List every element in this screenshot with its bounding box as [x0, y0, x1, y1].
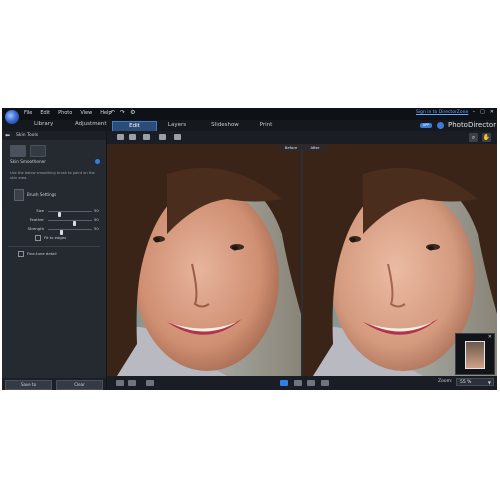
strength-label: Strength [27, 226, 44, 231]
size-label: Size [36, 208, 44, 213]
before-label: Before [279, 145, 303, 151]
split-view-icon[interactable] [128, 380, 136, 386]
redo-icon[interactable]: ↷ [120, 109, 125, 116]
zoom-value: 55 % [460, 380, 472, 385]
before-photo[interactable] [107, 144, 301, 376]
title-bar: File Edit Photo View Help ↶ ↷ ⚙ Sign in … [2, 108, 497, 120]
feather-slider-row: Feather 50 [10, 217, 102, 226]
magnifier-icon[interactable]: ⌕ [469, 133, 478, 142]
strength-value: 50 [94, 226, 99, 231]
compare-view-icon[interactable] [117, 134, 124, 140]
fine-tune-checkbox[interactable] [18, 251, 24, 257]
tab-layers[interactable]: Layers [162, 121, 192, 130]
feather-label: Feather [29, 217, 44, 222]
sign-in-link[interactable]: Sign in to DirectorZone [416, 110, 468, 115]
save-to-button[interactable]: Save to [5, 380, 52, 390]
photodirector-window: File Edit Photo View Help ↶ ↷ ⚙ Sign in … [2, 108, 497, 390]
strength-slider[interactable] [48, 229, 92, 235]
photo-canvas[interactable]: Before After ✕ [107, 144, 497, 376]
mode-tabs-row: Library Adjustment Edit Layers Slideshow… [2, 120, 497, 132]
app-logo [5, 110, 19, 124]
skin-tool-buttons [10, 145, 46, 157]
rotate-icon[interactable] [307, 380, 315, 386]
section-label: Skin Smoothener [10, 159, 46, 164]
zoom-label: Zoom: [438, 379, 453, 384]
minimize-icon[interactable]: – [473, 109, 476, 115]
zoom-select[interactable]: 55 % ▼ [456, 378, 494, 386]
strength-slider-row: Strength 50 [10, 226, 102, 235]
skin-tools-panel: ⬅ Skin Tools Skin Smoothener Use the bel… [2, 131, 107, 390]
brush-icon[interactable] [14, 189, 24, 201]
fine-tune-option[interactable]: Fine-tune detail [18, 251, 57, 257]
brush-settings-label: Brush Settings [27, 192, 57, 197]
menu-edit[interactable]: Edit [40, 110, 50, 116]
info-icon[interactable] [95, 159, 100, 164]
before-after-toggle-icon[interactable] [280, 380, 288, 386]
navigator-viewport[interactable] [465, 341, 485, 369]
feather-value: 50 [94, 217, 99, 222]
display-options-icon[interactable] [174, 134, 181, 140]
size-slider[interactable] [48, 211, 92, 217]
clear-button[interactable]: Clear [56, 380, 103, 390]
print-icon[interactable] [321, 380, 329, 386]
split-compare-icon[interactable] [294, 380, 302, 386]
grid-view-icon[interactable] [129, 134, 136, 140]
divider [8, 246, 100, 247]
menu-view[interactable]: View [80, 110, 92, 116]
brand-logo-icon [437, 122, 444, 129]
maximize-icon[interactable]: □ [480, 109, 485, 115]
size-value: 50 [94, 208, 99, 213]
skin-smoothener-tool-icon[interactable] [10, 145, 26, 157]
fine-tune-label: Fine-tune detail [27, 251, 57, 256]
portrait-image [107, 144, 301, 376]
skin-tone-tool-icon[interactable] [30, 145, 46, 157]
feather-slider[interactable] [48, 220, 92, 226]
fit-edges-label: Fit to edges [44, 235, 67, 240]
chevron-down-icon: ▼ [487, 380, 491, 385]
navigator-thumbnail[interactable]: ✕ [455, 333, 495, 375]
after-label: After [303, 145, 327, 151]
menu-photo[interactable]: Photo [58, 110, 72, 116]
panel-header: ⬅ Skin Tools [2, 131, 106, 140]
menu-file[interactable]: File [24, 110, 32, 116]
size-slider-row: Size 50 [10, 208, 102, 217]
back-arrow-icon[interactable]: ⬅ [5, 132, 10, 139]
brand-name: PhotoDirector [448, 121, 497, 129]
settings-icon[interactable]: ⚙ [130, 109, 135, 116]
undo-icon[interactable]: ↶ [110, 109, 115, 116]
tab-print[interactable]: Print [254, 121, 278, 130]
view-toolbar: ⌕ ✋ [107, 131, 497, 144]
fit-edges-checkbox[interactable] [35, 235, 41, 241]
app-badge[interactable]: APP [420, 123, 432, 128]
tab-slideshow[interactable]: Slideshow [205, 121, 245, 130]
single-view-icon[interactable] [116, 380, 124, 386]
tab-adjustment[interactable]: Adjustment [75, 121, 107, 127]
window-controls: – □ ✕ [473, 109, 494, 115]
menu-bar: File Edit Photo View Help [24, 110, 112, 116]
hint-text: Use the below smoothing brush to paint o… [10, 171, 95, 180]
hand-tool-icon[interactable]: ✋ [482, 133, 491, 142]
fit-edges-option[interactable]: Fit to edges [35, 235, 66, 241]
close-icon[interactable]: ✕ [488, 334, 492, 340]
before-after-labels: Before After [279, 145, 327, 151]
panel-title: Skin Tools [16, 133, 39, 138]
close-icon[interactable]: ✕ [490, 109, 494, 115]
panel-footer: Save to Clear [2, 378, 106, 390]
tab-library[interactable]: Library [34, 121, 53, 127]
thumbnail-view-icon[interactable] [143, 134, 150, 140]
compare-list-icon[interactable] [146, 380, 154, 386]
undo-toolbar: ↶ ↷ ⚙ [110, 109, 135, 116]
bottom-toolbar: Zoom: 55 % ▼ [107, 376, 497, 390]
full-view-icon[interactable] [159, 134, 166, 140]
